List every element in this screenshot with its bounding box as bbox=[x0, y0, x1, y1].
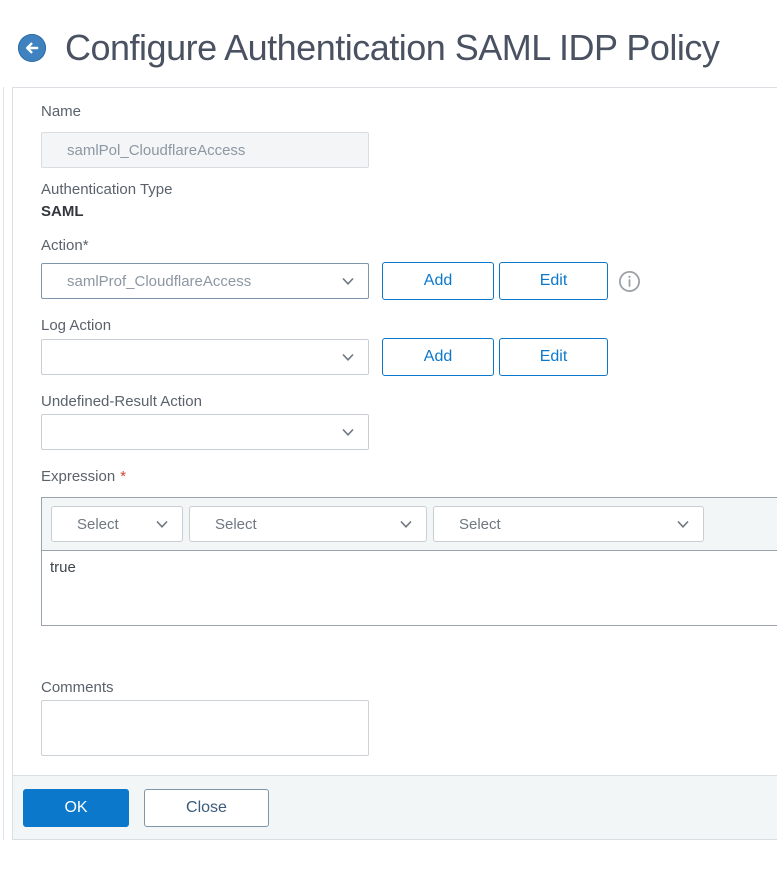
log-action-select[interactable] bbox=[41, 339, 369, 375]
expression-label-row: Expression * bbox=[41, 467, 777, 487]
name-input[interactable] bbox=[41, 132, 369, 168]
form-panel: Name Authentication Type SAML Action* sa… bbox=[12, 87, 777, 840]
chevron-down-icon bbox=[156, 520, 168, 528]
form-content: Name Authentication Type SAML Action* sa… bbox=[13, 88, 777, 756]
chevron-down-icon bbox=[400, 520, 412, 528]
arrow-left-icon bbox=[26, 42, 39, 54]
action-select-value: samlProf_CloudflareAccess bbox=[67, 272, 252, 290]
expression-editor: Select Select Select true bbox=[41, 497, 777, 626]
expression-select-1-value: Select bbox=[77, 515, 119, 533]
left-divider bbox=[3, 87, 4, 840]
name-label: Name bbox=[41, 103, 82, 120]
expression-select-3-value: Select bbox=[459, 515, 501, 533]
action-label: Action* bbox=[41, 237, 89, 254]
chevron-down-icon bbox=[677, 520, 689, 528]
action-edit-button[interactable]: Edit bbox=[499, 262, 608, 300]
auth-type-value: SAML bbox=[41, 203, 84, 220]
page-title: Configure Authentication SAML IDP Policy bbox=[65, 27, 720, 68]
chevron-down-icon bbox=[342, 428, 354, 436]
close-button[interactable]: Close bbox=[144, 789, 269, 827]
log-action-edit-button[interactable]: Edit bbox=[499, 338, 608, 376]
header: Configure Authentication SAML IDP Policy bbox=[18, 27, 720, 68]
comments-input[interactable] bbox=[41, 700, 369, 756]
required-asterisk: * bbox=[120, 468, 127, 485]
ok-button[interactable]: OK bbox=[23, 789, 129, 827]
undefined-result-select[interactable] bbox=[41, 414, 369, 450]
log-action-label: Log Action bbox=[41, 317, 112, 334]
undefined-result-label: Undefined-Result Action bbox=[41, 393, 202, 410]
back-button[interactable] bbox=[18, 34, 46, 62]
page: Configure Authentication SAML IDP Policy… bbox=[0, 0, 777, 877]
action-row: samlProf_CloudflareAccess Add Edit bbox=[41, 262, 777, 300]
chevron-down-icon bbox=[342, 353, 354, 361]
expression-operator-select-3[interactable]: Select bbox=[433, 506, 704, 542]
info-icon[interactable] bbox=[618, 270, 641, 293]
expression-label: Expression bbox=[41, 468, 116, 485]
log-action-add-button[interactable]: Add bbox=[382, 338, 494, 376]
expression-operator-select-1[interactable]: Select bbox=[51, 506, 183, 542]
expression-operator-select-2[interactable]: Select bbox=[189, 506, 427, 542]
log-action-row: Add Edit bbox=[41, 338, 777, 376]
footer-action-bar: OK Close bbox=[13, 775, 777, 840]
action-add-button[interactable]: Add bbox=[382, 262, 494, 300]
chevron-down-icon bbox=[342, 277, 354, 285]
expression-select-2-value: Select bbox=[215, 515, 257, 533]
expression-toolbar: Select Select Select bbox=[42, 498, 777, 551]
comments-label: Comments bbox=[41, 679, 114, 696]
expression-input[interactable]: true bbox=[42, 551, 777, 625]
auth-type-label: Authentication Type bbox=[41, 181, 173, 198]
action-select[interactable]: samlProf_CloudflareAccess bbox=[41, 263, 369, 299]
